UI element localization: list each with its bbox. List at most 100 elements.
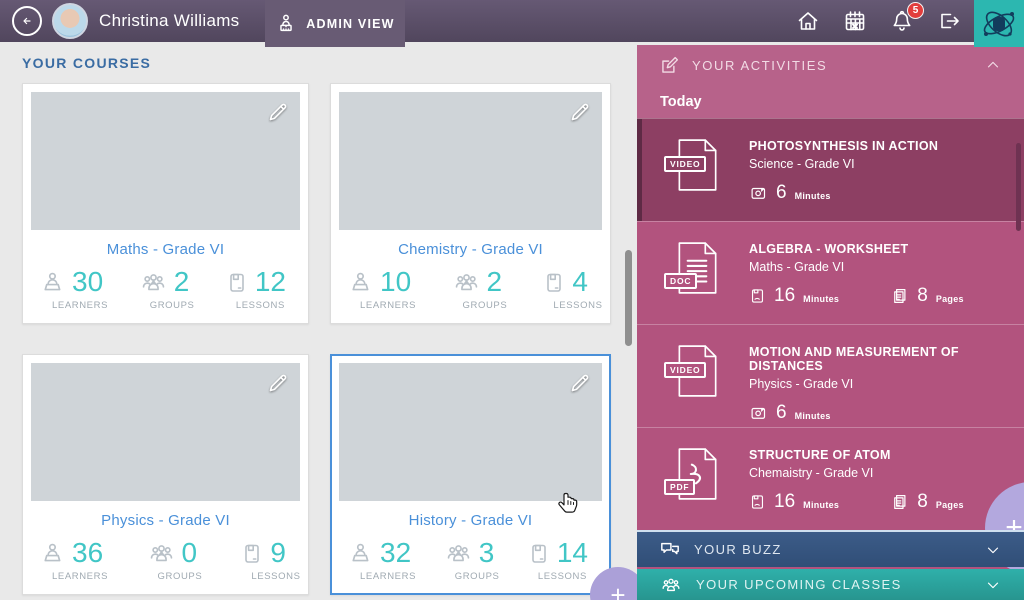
duration-unit: Minutes: [803, 293, 840, 304]
home-button[interactable]: [795, 8, 821, 34]
groups-icon: [150, 544, 172, 561]
groups-count: 3: [478, 537, 495, 568]
learners-icon: [44, 272, 61, 290]
notifications-button[interactable]: 5: [889, 2, 924, 34]
stat-lessons: 14 LESSONS: [527, 539, 588, 582]
file-type-badge: VIDEO: [664, 362, 707, 378]
notification-badge: 5: [907, 2, 924, 19]
app-logo[interactable]: [974, 0, 1024, 47]
stat-lessons: 9 LESSONS: [240, 537, 300, 582]
tab-admin-view-label: ADMIN VIEW: [306, 16, 395, 31]
back-arrow-icon: [23, 17, 31, 25]
duration-value: 16: [774, 285, 796, 306]
activity-subtitle: Maths - Grade VI: [749, 260, 845, 274]
lessons-count: 9: [270, 537, 286, 568]
learners-label: LEARNERS: [360, 300, 417, 311]
people-group-icon: [662, 578, 680, 591]
activity-title: PHOTOSYNTHESIS IN ACTION: [749, 139, 939, 153]
course-card[interactable]: History - Grade VI 32 LEARNERS 3 GROUPS: [330, 354, 611, 595]
activities-header[interactable]: YOUR ACTIVITIES: [637, 45, 1024, 85]
learners-count: 30: [72, 266, 104, 297]
stat-groups: 3 GROUPS: [444, 537, 499, 582]
courses-scrollbar[interactable]: [625, 250, 632, 346]
learners-label: LEARNERS: [360, 571, 417, 582]
duration-value: 6: [776, 182, 787, 203]
learners-icon: [352, 543, 369, 561]
pages-icon: [894, 494, 906, 509]
chevron-down-icon[interactable]: [984, 541, 1002, 559]
activity-file-icon: DOC: [664, 240, 722, 296]
section-upcoming-classes[interactable]: YOUR UPCOMING CLASSES: [637, 569, 1024, 600]
duration-value: 6: [776, 402, 787, 423]
activity-title: STRUCTURE OF ATOM: [749, 448, 891, 462]
atom-logo-icon: [983, 11, 1015, 36]
course-image: [339, 363, 602, 501]
logout-button[interactable]: [936, 8, 962, 34]
calendar-button[interactable]: [842, 8, 868, 34]
duration-meta: 16 Minutes: [749, 286, 839, 305]
lessons-count: 4: [572, 266, 588, 297]
chevron-down-icon[interactable]: [984, 576, 1002, 594]
activity-text: PHOTOSYNTHESIS IN ACTION Science - Grade…: [749, 137, 938, 202]
learners-count: 10: [380, 266, 412, 297]
chevron-up-icon[interactable]: [984, 56, 1002, 74]
activity-item[interactable]: VIDEO PHOTOSYNTHESIS IN ACTION Science -…: [637, 118, 1024, 221]
edit-course-button[interactable]: [568, 371, 592, 395]
user-avatar[interactable]: [52, 3, 88, 39]
activity-item[interactable]: VIDEO MOTION AND MEASUREMENT OF DISTANCE…: [637, 324, 1024, 427]
activities-scrollbar[interactable]: [1016, 143, 1021, 231]
course-title: Maths - Grade VI: [106, 241, 225, 258]
activity-file-icon: PDF: [664, 446, 722, 502]
groups-label: GROUPS: [462, 300, 508, 311]
back-button[interactable]: [12, 6, 42, 36]
camera-icon: [751, 187, 766, 199]
course-card[interactable]: Physics - Grade VI 36 LEARNERS 0 GROUPS: [22, 354, 309, 595]
course-title: Chemistry - Grade VI: [398, 241, 543, 258]
stat-lessons: 12 LESSONS: [225, 268, 286, 311]
course-card[interactable]: Chemistry - Grade VI 10 LEARNERS 2 GROUP…: [330, 83, 611, 324]
groups-label: GROUPS: [157, 571, 203, 582]
lessons-icon: [532, 544, 546, 563]
duration-value: 16: [774, 491, 796, 512]
section-your-buzz[interactable]: YOUR BUZZ: [637, 530, 1024, 567]
upcoming-label: YOUR UPCOMING CLASSES: [696, 577, 902, 592]
stat-groups: 2 GROUPS: [139, 268, 194, 311]
course-image: [31, 363, 300, 501]
activity-file-icon: VIDEO: [664, 137, 722, 193]
activity-text: ALGEBRA - WORKSHEET Maths - Grade VI 16 …: [749, 240, 964, 305]
calendar-icon: [845, 11, 865, 31]
activity-subtitle: Physics - Grade VI: [749, 377, 854, 391]
activity-meta: 16 Minutes 8 Pages: [749, 286, 964, 305]
activity-text: MOTION AND MEASUREMENT OF DISTANCES Phys…: [749, 343, 1024, 422]
edit-course-button[interactable]: [266, 371, 290, 395]
activity-item[interactable]: DOC ALGEBRA - WORKSHEET Maths - Grade VI…: [637, 221, 1024, 324]
course-card[interactable]: Maths - Grade VI 30 LEARNERS 2 GROUPS 12…: [22, 83, 309, 324]
tab-admin-view[interactable]: ADMIN VIEW: [265, 0, 405, 47]
activity-text: STRUCTURE OF ATOM Chemaistry - Grade VI …: [749, 446, 964, 511]
activity-meta: 6 Minutes: [749, 183, 938, 202]
camera-icon: [751, 407, 766, 419]
stat-lessons: 4 LESSONS: [542, 266, 602, 311]
pages-value: 8: [917, 285, 928, 306]
lessons-label: LESSONS: [553, 300, 603, 311]
learners-label: LEARNERS: [52, 571, 109, 582]
stat-groups: 0 GROUPS: [147, 539, 202, 582]
learners-icon: [352, 272, 369, 290]
learners-count: 36: [72, 537, 104, 568]
activity-meta: 16 Minutes 8 Pages: [749, 492, 964, 511]
learners-count: 32: [380, 537, 412, 568]
topbar-actions: 5: [795, 0, 962, 42]
lessons-icon: [547, 273, 562, 292]
activities-heading: YOUR ACTIVITIES: [692, 57, 828, 73]
edit-course-button[interactable]: [266, 100, 290, 124]
pages-unit: Pages: [935, 499, 964, 510]
edit-course-button[interactable]: [568, 100, 592, 124]
pencil-icon: [269, 103, 287, 121]
activity-item[interactable]: PDF STRUCTURE OF ATOM Chemaistry - Grade…: [637, 427, 1024, 530]
dashboard-root: { "topbar": { "user_name": "Christina Wi…: [0, 0, 1024, 600]
pages-unit: Pages: [935, 293, 964, 304]
lessons-label: LESSONS: [537, 571, 587, 582]
admin-icon: [280, 14, 293, 31]
lessons-label: LESSONS: [251, 571, 301, 582]
file-type-badge: DOC: [664, 273, 698, 289]
